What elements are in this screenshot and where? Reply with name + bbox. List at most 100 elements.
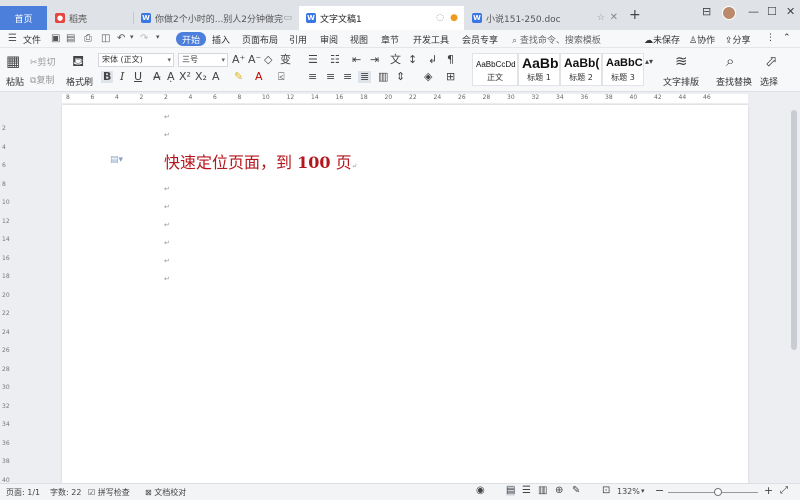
numbered-list-icon[interactable]: ☷ (330, 54, 340, 66)
share-button[interactable]: ⇪分享 (725, 33, 751, 46)
find-replace-button[interactable]: 查找替换 (716, 75, 752, 88)
more-icon[interactable]: ⋮ (766, 33, 775, 43)
font-effect-icon[interactable]: A (212, 71, 220, 83)
avatar[interactable] (722, 6, 736, 20)
write-view-icon[interactable]: ✎ (572, 485, 580, 496)
zoom-out-icon[interactable]: − (655, 484, 664, 497)
menu-page-layout[interactable]: 页面布局 (242, 33, 278, 46)
font-color-icon[interactable]: A (255, 71, 263, 83)
page-count[interactable]: 页面: 1/1 (6, 487, 40, 498)
vertical-ruler[interactable]: 2 4 6 8 10 12 14 16 18 20 22 24 26 28 30 32 34 36 38 40 (0, 105, 12, 484)
chevron-down-icon[interactable]: ▾ (156, 33, 160, 41)
bold-icon[interactable]: B (101, 71, 114, 83)
hamburger-icon[interactable]: ☰ (8, 33, 17, 44)
chevron-down-icon[interactable]: ▾ (641, 487, 645, 495)
print-icon[interactable]: ⎙ (84, 33, 92, 44)
shrink-font-icon[interactable]: A⁻ (248, 54, 261, 66)
clear-format-icon[interactable]: ◇ (264, 54, 272, 66)
unsaved-button[interactable]: ☁未保存 (644, 33, 680, 46)
justify-icon[interactable]: ≣ (358, 71, 372, 83)
redo-icon[interactable]: ↷ (140, 33, 148, 44)
zoom-slider[interactable] (668, 492, 758, 493)
sort-icon[interactable]: ↕ (408, 54, 417, 66)
tab-novel-doc[interactable]: W 小说151-250.doc ☆ ✕ (465, 6, 625, 30)
page-view-icon[interactable]: ▤ (506, 485, 516, 496)
command-search[interactable]: ⌕ 查找命令、搜索模板 (512, 33, 601, 46)
minimize-icon[interactable]: — (748, 5, 759, 18)
phonetic-icon[interactable]: 变 (280, 54, 291, 66)
word-count[interactable]: 字数: 22 (50, 487, 81, 498)
font-name-select[interactable]: 宋体 (正文) ▾ (98, 53, 174, 67)
underline-icon[interactable]: U (134, 71, 142, 83)
menu-chapter[interactable]: 章节 (381, 33, 399, 46)
select-button[interactable]: 选择 (760, 75, 778, 88)
scrollbar-thumb[interactable] (791, 110, 797, 350)
char-border-icon[interactable]: ⍃ (278, 71, 285, 83)
cut-button[interactable]: ✂剪切 (30, 55, 56, 68)
align-left-icon[interactable]: ≡ (308, 71, 317, 83)
tab-document-1[interactable]: W 文字文稿1 ◌ ● (299, 6, 464, 30)
borders-icon[interactable]: ⊞ (446, 71, 455, 83)
align-center-icon[interactable]: ≡ (326, 71, 335, 83)
collapse-ribbon-icon[interactable]: ⌃ (783, 33, 791, 43)
increase-indent-icon[interactable]: ⇥ (370, 54, 379, 66)
grow-font-icon[interactable]: A⁺ (232, 54, 245, 66)
paragraph-icon[interactable]: ¶ (447, 54, 454, 66)
tab-daoke[interactable]: ● 稻壳 (48, 6, 132, 30)
undo-icon[interactable]: ↶ (117, 33, 125, 44)
spell-check-button[interactable]: ☑ 拼写检查 (88, 487, 130, 498)
window-badge-icon[interactable]: ⊟ (702, 5, 711, 18)
eye-protect-icon[interactable]: ◉ (476, 485, 485, 496)
menu-review[interactable]: 审阅 (320, 33, 338, 46)
chevron-down-icon[interactable]: ▾ (130, 33, 134, 41)
menu-insert[interactable]: 插入 (212, 33, 230, 46)
text-layout-icon[interactable]: ≋ (675, 53, 688, 69)
zoom-in-icon[interactable]: + (764, 484, 773, 497)
copy-button[interactable]: ⧉复制 (30, 73, 54, 86)
style-heading-3[interactable]: AaBbC( 标题 3 (602, 53, 644, 86)
highlight-icon[interactable]: ✎ (234, 71, 243, 83)
menu-start[interactable]: 开始 (176, 32, 206, 46)
new-tab-button[interactable]: + (629, 8, 641, 22)
menu-developer[interactable]: 开发工具 (413, 33, 449, 46)
tab-home[interactable]: 首页 (0, 6, 47, 30)
menu-file[interactable]: 文件 (23, 33, 41, 46)
text-layout-button[interactable]: 文字排版 (663, 75, 699, 88)
paste-button[interactable]: 粘贴 (6, 75, 24, 88)
select-cursor-icon[interactable]: ⬀ (765, 53, 778, 69)
fullscreen-icon[interactable]: ⤢ (780, 485, 788, 496)
save-icon[interactable]: ▣ (51, 33, 60, 44)
styles-more-icon[interactable]: ▴▾ (645, 56, 653, 68)
print-preview-icon[interactable]: ◫ (101, 33, 110, 44)
zoom-slider-handle[interactable] (713, 488, 722, 496)
distribute-icon[interactable]: ▥ (378, 71, 388, 83)
decrease-indent-icon[interactable]: ⇤ (352, 54, 361, 66)
menu-view[interactable]: 视图 (350, 33, 368, 46)
style-heading-2[interactable]: AaBb( 标题 2 (560, 53, 602, 86)
outline-view-icon[interactable]: ☰ (522, 485, 531, 496)
format-painter-icon[interactable]: ⛾ (72, 53, 84, 69)
format-painter-button[interactable]: 格式刷 (66, 75, 93, 88)
italic-icon[interactable]: I (120, 71, 124, 83)
paste-icon[interactable]: ▦ (6, 53, 20, 69)
proofread-button[interactable]: ⊠ 文档校对 (145, 487, 186, 498)
maximize-icon[interactable]: ☐ (767, 5, 777, 18)
horizontal-ruler[interactable]: 8 6 4 2 2 4 6 8 10 12 14 16 18 20 22 24 26 28 30 32 34 36 38 40… (0, 92, 800, 105)
menu-references[interactable]: 引用 (289, 33, 307, 46)
document-heading[interactable]: 快速定位页面，到 100 页↵ (164, 149, 357, 173)
tab-doc-shortcut[interactable]: W 你做2个小时的...别人2分钟做完 ▭ (134, 6, 298, 30)
zoom-level[interactable]: 132% (617, 487, 640, 496)
find-icon[interactable]: ⌕ (726, 53, 734, 69)
strikethrough-icon[interactable]: A̶ (153, 71, 161, 83)
export-pdf-icon[interactable]: ▤ (66, 33, 75, 44)
bullet-list-icon[interactable]: ☰ (308, 54, 318, 66)
style-normal[interactable]: AaBbCcDd 正文 (472, 53, 518, 86)
fit-page-icon[interactable]: ⊡ (602, 485, 610, 496)
document-page[interactable]: ↵ ↵ ▤▾ 快速定位页面，到 100 页↵ ↵ ↵ ↵ ↵ ↵ ↵ (62, 105, 748, 483)
window-close-icon[interactable]: ✕ (786, 5, 795, 18)
reading-view-icon[interactable]: ▥ (538, 485, 547, 496)
close-icon[interactable]: ✕ (610, 12, 618, 23)
paragraph-handle-icon[interactable]: ▤▾ (110, 155, 123, 165)
shading-icon[interactable]: ◈ (424, 71, 432, 83)
collaborate-button[interactable]: ♙协作 (689, 33, 715, 46)
